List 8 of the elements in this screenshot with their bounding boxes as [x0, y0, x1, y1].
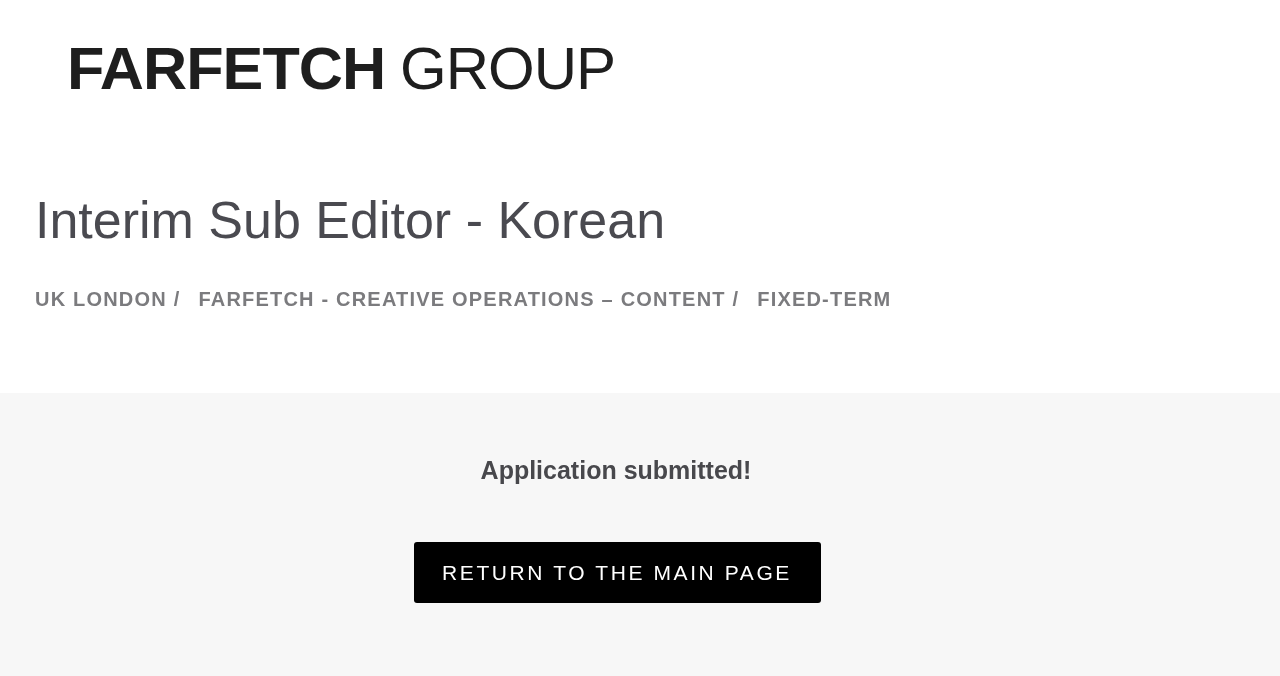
logo-subtitle: GROUP	[400, 38, 615, 100]
success-message: Application submitted!	[480, 455, 752, 486]
return-button[interactable]: RETURN TO THE MAIN PAGE	[413, 542, 821, 603]
job-meta-item: FARFETCH - CREATIVE OPERATIONS – CONTENT /	[198, 288, 740, 311]
logo-wordmark: FARFETCH	[66, 38, 386, 100]
job-meta-item: UK LONDON /	[35, 288, 181, 311]
job-meta-item: FIXED-TERM	[757, 288, 892, 311]
job-title: Interim Sub Editor - Korean	[35, 190, 667, 251]
